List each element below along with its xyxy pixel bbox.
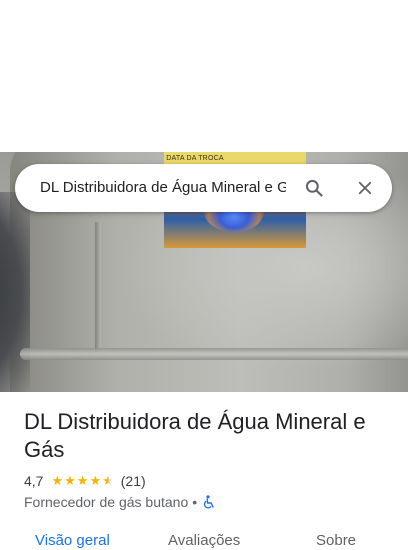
clear-search-button[interactable] bbox=[350, 173, 380, 203]
close-icon bbox=[358, 181, 372, 195]
separator: • bbox=[192, 494, 198, 510]
search-input[interactable]: DL Distribuidora de Água Mineral e G bbox=[40, 178, 286, 198]
cylinder-seam bbox=[95, 222, 101, 352]
tab-overview[interactable]: Visão geral bbox=[35, 532, 110, 549]
search-bar[interactable]: DL Distribuidora de Água Mineral e G bbox=[15, 164, 392, 212]
star-rating: ★ ★ ★ ★ ★ bbox=[51, 474, 114, 488]
category-row: Fornecedor de gás butano • bbox=[24, 493, 215, 511]
place-category: Fornecedor de gás butano bbox=[24, 494, 189, 510]
search-button[interactable] bbox=[299, 173, 329, 203]
tab-about[interactable]: Sobre bbox=[316, 532, 356, 549]
search-icon bbox=[305, 179, 323, 197]
rating-row[interactable]: 4,7 ★ ★ ★ ★ ★ (21) bbox=[24, 472, 146, 490]
tab-bar: Visão geral Avaliações Sobre bbox=[0, 530, 408, 550]
sticker-text: DATA DA TROCA bbox=[166, 155, 224, 162]
wheelchair-icon bbox=[203, 495, 215, 509]
star-icon: ★ bbox=[76, 473, 89, 488]
cylinder-ring bbox=[20, 348, 408, 360]
rating-value: 4,7 bbox=[24, 473, 44, 489]
review-count[interactable]: (21) bbox=[121, 473, 146, 489]
star-half-icon: ★ bbox=[102, 473, 114, 488]
blank-area bbox=[0, 0, 408, 152]
star-icon: ★ bbox=[89, 473, 102, 488]
tab-reviews[interactable]: Avaliações bbox=[168, 532, 240, 549]
star-icon: ★ bbox=[64, 473, 76, 488]
star-icon: ★ bbox=[51, 473, 64, 488]
cylinder-shadow bbox=[0, 192, 30, 392]
place-title: DL Distribuidora de Água Mineral e Gás bbox=[24, 409, 366, 462]
